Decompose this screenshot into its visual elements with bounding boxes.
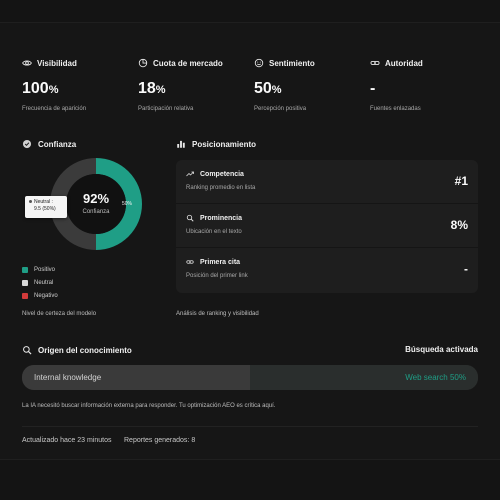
- legend-item-positivo[interactable]: Positivo: [22, 263, 58, 276]
- rank-row-prominencia[interactable]: Prominencia Ubicación en el texto 8%: [176, 204, 478, 248]
- metric-value: -: [370, 80, 376, 97]
- metric-autoridad: Autoridad - Fuentes enlazadas: [370, 58, 485, 113]
- legend-item-neutral[interactable]: Neutral: [22, 276, 58, 289]
- reports-count: Reportes generados: 8: [124, 437, 196, 444]
- trending-up-icon: [186, 171, 194, 177]
- badge-check-icon: [22, 139, 32, 149]
- ranking-card: Competencia Ranking promedio en lista #1…: [176, 160, 478, 293]
- donut-legend: Positivo Neutral Negativo: [22, 263, 58, 302]
- rank-value: -: [464, 262, 468, 276]
- metric-sentimiento: Sentimiento 50% Percepción positiva: [254, 58, 369, 113]
- posicionamiento-title: Posicionamiento: [176, 139, 256, 149]
- metric-unit: %: [271, 84, 282, 96]
- smile-icon: [254, 58, 264, 68]
- rank-value: #1: [454, 174, 468, 188]
- section-label: Confianza: [38, 139, 77, 149]
- rank-sub: Posición del primer link: [186, 273, 248, 279]
- rank-title: Primera cita: [200, 258, 241, 266]
- metric-label: Visibilidad: [37, 58, 77, 68]
- bar-chart-icon: [177, 140, 185, 148]
- legend-swatch: [22, 266, 28, 273]
- metric-sub: Fuentes enlazadas: [370, 106, 421, 112]
- rank-sub: Ubicación en el texto: [186, 229, 242, 235]
- confianza-caption: Nivel de certeza del modelo: [22, 311, 97, 317]
- conocimiento-note: La IA necesitó buscar información extern…: [22, 403, 276, 409]
- rank-sub: Ranking promedio en lista: [186, 185, 256, 191]
- knowledge-source-bar[interactable]: Internal knowledge Web search 50%: [22, 365, 478, 390]
- metric-label: Cuota de mercado: [153, 58, 223, 68]
- rank-row-competencia[interactable]: Competencia Ranking promedio en lista #1: [176, 160, 478, 204]
- posicionamiento-caption: Análisis de ranking y visibilidad: [176, 311, 259, 317]
- legend-label: Positivo: [34, 266, 56, 273]
- donut-tooltip: Neutral : 9.5 (50%): [25, 196, 67, 218]
- search-status: Búsqueda activada: [405, 345, 478, 354]
- rank-row-primera-cita[interactable]: Primera cita Posición del primer link -: [176, 248, 478, 292]
- metric-visibilidad: Visibilidad 100% Frecuencia de aparición: [22, 58, 137, 113]
- link-icon: [370, 61, 380, 65]
- divider: [22, 426, 478, 427]
- tooltip-value: 9.5 (50%): [34, 206, 56, 212]
- metric-value: 50: [254, 80, 272, 97]
- metric-label: Autoridad: [385, 58, 423, 68]
- metric-sub: Participación relativa: [138, 106, 194, 112]
- metric-cuota: Cuota de mercado 18% Participación relat…: [138, 58, 253, 113]
- legend-item-negativo[interactable]: Negativo: [22, 289, 58, 302]
- section-label: Posicionamiento: [192, 139, 257, 149]
- rank-title: Prominencia: [200, 214, 243, 222]
- search-icon: [23, 346, 32, 355]
- status-label: Búsqueda activada: [405, 345, 478, 354]
- confianza-title: Confianza: [22, 139, 76, 149]
- metric-value: 100: [22, 80, 49, 97]
- tooltip-label: Neutral :: [34, 199, 53, 205]
- metric-label: Sentimiento: [269, 58, 315, 68]
- legend-label: Negativo: [34, 292, 58, 299]
- legend-swatch: [22, 279, 28, 286]
- conocimiento-title: Origen del conocimiento: [22, 345, 132, 355]
- metric-unit: %: [48, 84, 59, 96]
- search-icon: [186, 214, 194, 222]
- eye-icon: [22, 60, 32, 66]
- rank-value: 8%: [450, 218, 468, 232]
- legend-swatch: [22, 292, 28, 299]
- metric-sub: Frecuencia de aparición: [22, 106, 87, 112]
- metric-value: 18: [138, 80, 156, 97]
- internal-knowledge-segment[interactable]: Internal knowledge: [22, 365, 250, 390]
- updated-timestamp: Actualizado hace 23 minutos: [22, 437, 112, 444]
- donut-segment-label: 50%: [122, 201, 133, 207]
- rank-title: Competencia: [200, 170, 244, 178]
- pie-chart-icon: [138, 58, 148, 68]
- section-label: Origen del conocimiento: [38, 345, 132, 355]
- metric-unit: %: [155, 84, 166, 96]
- legend-label: Neutral: [34, 279, 54, 286]
- link-icon: [186, 260, 194, 264]
- metric-sub: Percepción positiva: [254, 106, 307, 112]
- web-search-segment[interactable]: Web search 50%: [250, 365, 478, 390]
